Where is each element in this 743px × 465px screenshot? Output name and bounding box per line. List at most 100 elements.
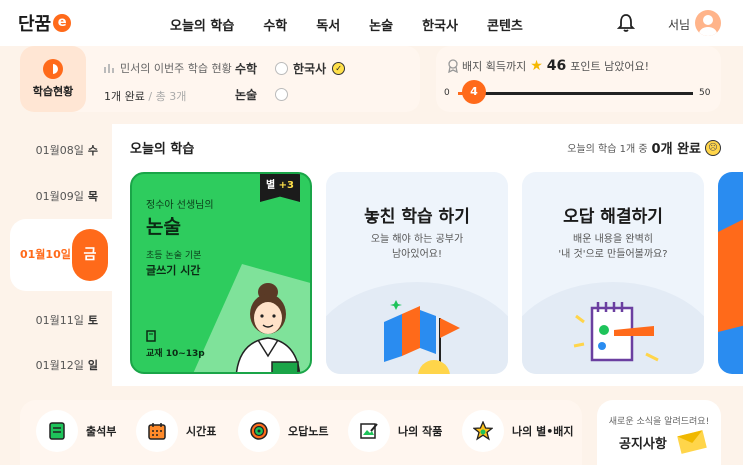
nav-item-contents[interactable]: 콘텐츠 [487,15,523,34]
weekly-separator: / [148,90,153,103]
date-label: 01월09일 [35,190,84,203]
menu-my-works-label: 나의 작품 [398,425,443,438]
top-header: 단꿈 e 오늘의 학습 수학 독서 논술 한국사 콘텐츠 서님 [0,0,743,46]
brand-logo[interactable]: 단꿈 e [18,10,72,36]
nav-item-math[interactable]: 수학 [263,15,287,34]
menu-attendance-label: 출석부 [86,425,117,438]
date-dow-active: 금 [72,229,108,281]
pie-chart-icon [43,59,63,79]
card-peek-shape [718,219,743,332]
badge-progress-title: 배지 획득까지 ★ 46 포인트 남았어요! [448,58,649,74]
today-summary: 오늘의 학습 1개 중 0개 완료 ☹ [567,138,721,157]
badge-text-before: 배지 획득까지 [462,60,527,73]
attendance-icon [36,410,78,452]
menu-my-works[interactable]: 나의 작품 [348,410,442,452]
date-item[interactable]: 01월11일 토 [10,312,112,328]
menu-stars-badges[interactable]: 나의 별•배지 [462,410,573,452]
date-label-active: 01월10일 [20,248,71,261]
weekly-done: 1개 완료 [104,90,145,103]
date-dow: 일 [87,359,98,372]
date-sidebar: 01월08일 수 01월09일 목 01월10일 금 01월11일 토 01월12일 일 [10,124,122,386]
review-card-desc-line1: 배운 내용을 완벽히 [573,234,653,245]
menu-timetable[interactable]: 시간표 [136,410,216,452]
lesson-course: 초등 논술 기본 [146,251,202,261]
progress-knob: 4 [462,80,486,104]
star-icon: ★ [530,58,543,74]
date-label: 01월11일 [35,314,84,327]
today-title: 오늘의 학습 [130,142,195,157]
envelope-icon [677,430,707,454]
date-item[interactable]: 01월08일 수 [10,142,112,158]
lesson-book-pages: 교재 10~13p [146,349,205,359]
today-summary-done: 0개 완료 [651,142,701,157]
date-item-active[interactable]: 01월10일 금 [10,219,122,291]
nav-item-today[interactable]: 오늘의 학습 [170,15,234,34]
notice-title: 공지사항 [619,437,667,452]
lesson-teacher: 정수아 선생님의 [146,200,214,211]
user-avatar-icon [699,15,717,36]
today-summary-prefix: 오늘의 학습 1개 중 [567,144,648,155]
badge-text-after: 포인트 남았어요! [570,60,650,73]
next-card-peek[interactable] [718,172,743,374]
date-dow: 목 [87,190,98,203]
progress-max: 50 [699,88,711,98]
weekly-status-card: 학습현황 민서의 이번주 학습 현황 1개 완료 / 총 3개 수학 한국사 ✓… [20,46,420,112]
progress-min: 0 [444,88,450,98]
completed-check-icon: ✓ [332,62,346,75]
target-icon [238,410,280,452]
missed-card-desc-line1: 오늘 해야 하는 공부가 [370,234,464,245]
menu-wrong-notes-label: 오답노트 [288,425,329,438]
bell-icon[interactable] [617,13,635,33]
notice-subtitle: 새로운 소식을 알려드려요! [608,417,710,427]
subject-essay: 논술 [235,86,289,103]
date-item[interactable]: 01월09일 목 [10,188,112,204]
weekly-status-title-text: 민서의 이번주 학습 현황 [120,62,232,75]
review-wrong-answers-card[interactable]: 오답 해결하기 배운 내용을 완벽히 '내 것'으로 만들어볼까요? [522,172,704,374]
main-nav: 오늘의 학습 수학 독서 논술 한국사 콘텐츠 [170,15,552,34]
menu-wrong-notes[interactable]: 오답노트 [238,410,328,452]
badge-progress-card: 배지 획득까지 ★ 46 포인트 남았어요! 0 50 4 [436,46,721,112]
nav-item-reading[interactable]: 독서 [316,15,340,34]
star-reward-value: +3 [278,180,295,191]
brand-logo-text: 단꿈 [18,14,52,35]
medal-icon [448,59,458,73]
today-learning-panel: 오늘의 학습 오늘의 학습 1개 중 0개 완료 ☹ 별 +3 정수아 선생님의… [112,124,743,386]
bottom-menu: 출석부 시간표 오답노트 나의 작품 나의 별•배지 [20,400,582,465]
missed-learning-card[interactable]: 놓친 학습 하기 오늘 해야 하는 공부가 남아있어요! [326,172,508,374]
artwork-icon [348,410,390,452]
subject-math: 수학 [235,60,289,77]
menu-timetable-label: 시간표 [186,425,217,438]
missed-card-desc-line2: 남아있어요! [391,249,442,260]
notice-card[interactable]: 새로운 소식을 알려드려요! 공지사항 [597,400,721,465]
date-label: 01월08일 [35,144,84,157]
star-reward-label: 별 [265,180,276,191]
calendar-icon [136,410,178,452]
subject-history: 한국사 ✓ [293,60,346,77]
teacher-illustration-icon [235,283,301,372]
review-card-desc-line2: '내 것'으로 만들어볼까요? [558,249,668,260]
status-panel-label: 학습현황 [32,85,74,98]
sad-face-icon: ☹ [705,139,721,156]
missed-card-desc: 오늘 해야 하는 공부가 남아있어요! [326,232,508,262]
menu-attendance[interactable]: 출석부 [36,410,116,452]
subject-history-label: 한국사 [293,62,327,76]
book-icon [146,330,156,342]
date-label: 01월12일 [35,359,84,372]
weekly-count: 1개 완료 / 총 3개 [104,88,186,104]
lesson-subject: 논술 [146,216,181,238]
brand-logo-mark: e [53,14,72,32]
nav-item-essay[interactable]: 논술 [369,15,393,34]
date-dow: 수 [87,144,98,157]
date-dow: 토 [87,314,98,327]
review-card-title: 오답 해결하기 [563,207,663,227]
nav-item-history[interactable]: 한국사 [422,15,458,34]
avatar[interactable] [695,10,721,36]
date-item[interactable]: 01월12일 일 [10,357,112,373]
subject-essay-check [275,88,289,101]
lesson-card[interactable]: 별 +3 정수아 선생님의 논술 초등 논술 기본 글쓰기 시간 교재 10~1… [130,172,312,374]
status-panel-button[interactable]: 학습현황 [20,46,86,112]
review-card-desc: 배운 내용을 완벽히 '내 것'으로 만들어볼까요? [522,232,704,262]
user-name[interactable]: 서님 [668,16,690,33]
subject-math-label: 수학 [235,62,258,76]
missed-card-title: 놓친 학습 하기 [364,207,470,227]
